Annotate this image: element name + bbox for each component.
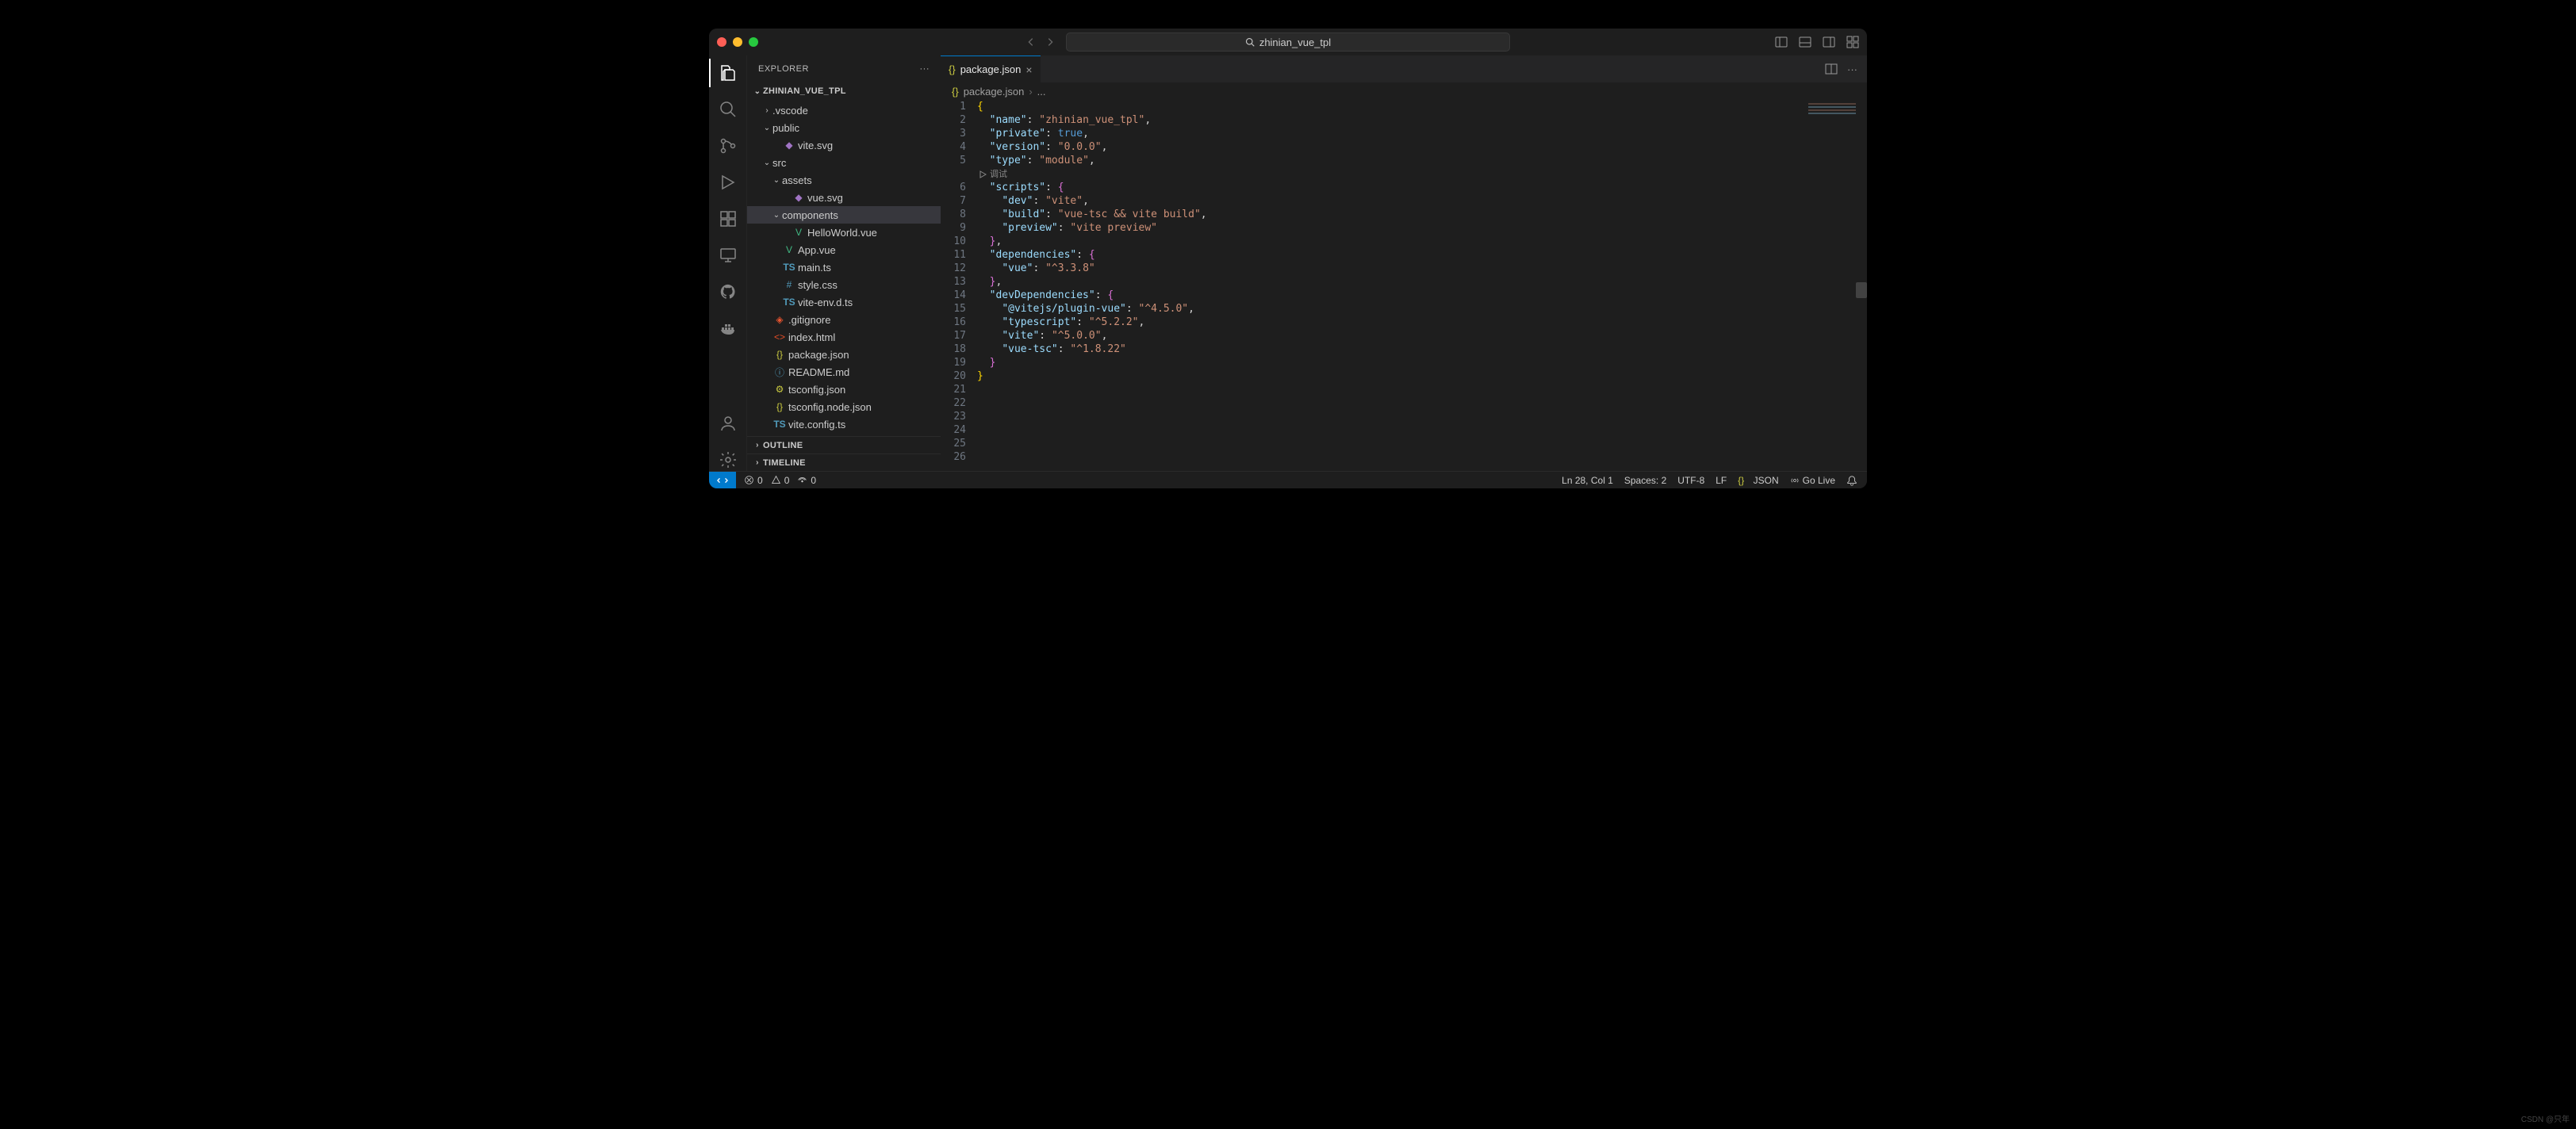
go-live-button[interactable]: Go Live	[1790, 475, 1835, 486]
file-tree-item[interactable]: ⌄components	[747, 206, 941, 224]
close-window-button[interactable]	[717, 37, 726, 47]
nav-back-icon[interactable]	[1025, 36, 1037, 48]
cursor-position[interactable]: Ln 28, Col 1	[1562, 475, 1613, 486]
activity-bar	[709, 55, 747, 471]
command-center-text: zhinian_vue_tpl	[1259, 36, 1331, 48]
json-file-icon: {}	[949, 63, 956, 75]
indentation-status[interactable]: Spaces: 2	[1624, 475, 1666, 486]
vscode-window: zhinian_vue_tpl	[709, 29, 1867, 488]
file-tree-item[interactable]: ◈.gitignore	[747, 311, 941, 328]
file-tree-item[interactable]: TSvite.config.ts	[747, 415, 941, 433]
file-tree-item[interactable]: ◆vite.svg	[747, 136, 941, 154]
file-tree-item[interactable]: ⌄src	[747, 154, 941, 171]
file-tree-item[interactable]: {}package.json	[747, 346, 941, 363]
file-tree-item[interactable]: TSvite-env.d.ts	[747, 293, 941, 311]
debug-codelens[interactable]: 调试	[977, 167, 1867, 181]
settings-gear-icon[interactable]	[717, 449, 739, 471]
file-tree-item[interactable]: ⚙tsconfig.json	[747, 381, 941, 398]
code-content[interactable]: { "name": "zhinian_vue_tpl", "private": …	[977, 100, 1867, 471]
json-file-icon: {}	[952, 86, 959, 98]
minimap[interactable]	[1808, 103, 1856, 182]
command-center[interactable]: zhinian_vue_tpl	[1066, 33, 1510, 52]
customize-layout-icon[interactable]	[1846, 36, 1859, 48]
file-tree-item[interactable]: VHelloWorld.vue	[747, 224, 941, 241]
close-tab-icon[interactable]: ×	[1025, 63, 1032, 76]
file-tree-item[interactable]: VApp.vue	[747, 241, 941, 258]
github-view-icon[interactable]	[717, 281, 739, 303]
toggle-secondary-sidebar-icon[interactable]	[1823, 36, 1835, 48]
editor-more-icon[interactable]: ···	[1847, 63, 1857, 75]
file-tree-item[interactable]: ›.vscode	[747, 101, 941, 119]
remote-explorer-view-icon[interactable]	[717, 244, 739, 266]
watermark: CSDN @只年	[2521, 1112, 2570, 1124]
encoding-status[interactable]: UTF-8	[1677, 475, 1704, 486]
tab-label: package.json	[960, 63, 1022, 75]
search-icon	[1245, 37, 1255, 47]
remote-indicator[interactable]	[709, 472, 736, 488]
extensions-view-icon[interactable]	[717, 208, 739, 230]
outline-section[interactable]: ›OUTLINE	[747, 436, 941, 454]
editor-area: {} package.json × ··· {} package.json › …	[941, 55, 1867, 471]
toggle-panel-icon[interactable]	[1799, 36, 1811, 48]
timeline-section[interactable]: ›TIMELINE	[747, 454, 941, 471]
problems-errors[interactable]: 0	[744, 475, 763, 486]
file-tree-item[interactable]: {}tsconfig.node.json	[747, 398, 941, 415]
language-mode[interactable]: {} JSON	[1738, 475, 1778, 486]
explorer-title: EXPLORER	[758, 64, 809, 74]
source-control-view-icon[interactable]	[717, 135, 739, 157]
file-tree-item[interactable]: TSmain.ts	[747, 258, 941, 276]
accounts-icon[interactable]	[717, 412, 739, 434]
file-tree-item[interactable]: ◆vue.svg	[747, 189, 941, 206]
file-tree-item[interactable]: ⓘREADME.md	[747, 363, 941, 381]
titlebar: zhinian_vue_tpl	[709, 29, 1867, 55]
line-gutter: 1234567891011121314151617181920212223242…	[941, 100, 977, 471]
problems-warnings[interactable]: 0	[771, 475, 790, 486]
minimize-window-button[interactable]	[733, 37, 742, 47]
window-controls	[717, 37, 758, 47]
file-tree-item[interactable]: ⌄public	[747, 119, 941, 136]
toggle-primary-sidebar-icon[interactable]	[1775, 36, 1788, 48]
maximize-window-button[interactable]	[749, 37, 758, 47]
tab-package-json[interactable]: {} package.json ×	[941, 55, 1041, 82]
status-bar: 0 0 0 Ln 28, Col 1 Spaces: 2 UTF-8 LF {}…	[709, 471, 1867, 488]
run-debug-view-icon[interactable]	[717, 171, 739, 193]
split-editor-icon[interactable]	[1825, 63, 1838, 75]
nav-forward-icon[interactable]	[1045, 36, 1056, 48]
file-tree-item[interactable]: ⌄assets	[747, 171, 941, 189]
docker-view-icon[interactable]	[717, 317, 739, 339]
explorer-sidebar: EXPLORER ··· ⌄ ZHINIAN_VUE_TPL ›.vscode⌄…	[747, 55, 941, 471]
file-tree-item[interactable]: <>index.html	[747, 328, 941, 346]
explorer-view-icon[interactable]	[717, 62, 739, 84]
search-view-icon[interactable]	[717, 98, 739, 121]
ports-forwarded[interactable]: 0	[797, 475, 816, 486]
file-tree-item[interactable]: #style.css	[747, 276, 941, 293]
editor-tabs: {} package.json × ···	[941, 55, 1867, 82]
explorer-more-icon[interactable]: ···	[920, 64, 930, 74]
eol-status[interactable]: LF	[1715, 475, 1727, 486]
breadcrumb[interactable]: {} package.json › ...	[941, 82, 1867, 100]
scrollbar-thumb[interactable]	[1856, 282, 1867, 298]
workspace-root[interactable]: ⌄ ZHINIAN_VUE_TPL	[747, 82, 941, 100]
editor-body[interactable]: 1234567891011121314151617181920212223242…	[941, 100, 1867, 471]
notifications-icon[interactable]	[1846, 475, 1857, 486]
